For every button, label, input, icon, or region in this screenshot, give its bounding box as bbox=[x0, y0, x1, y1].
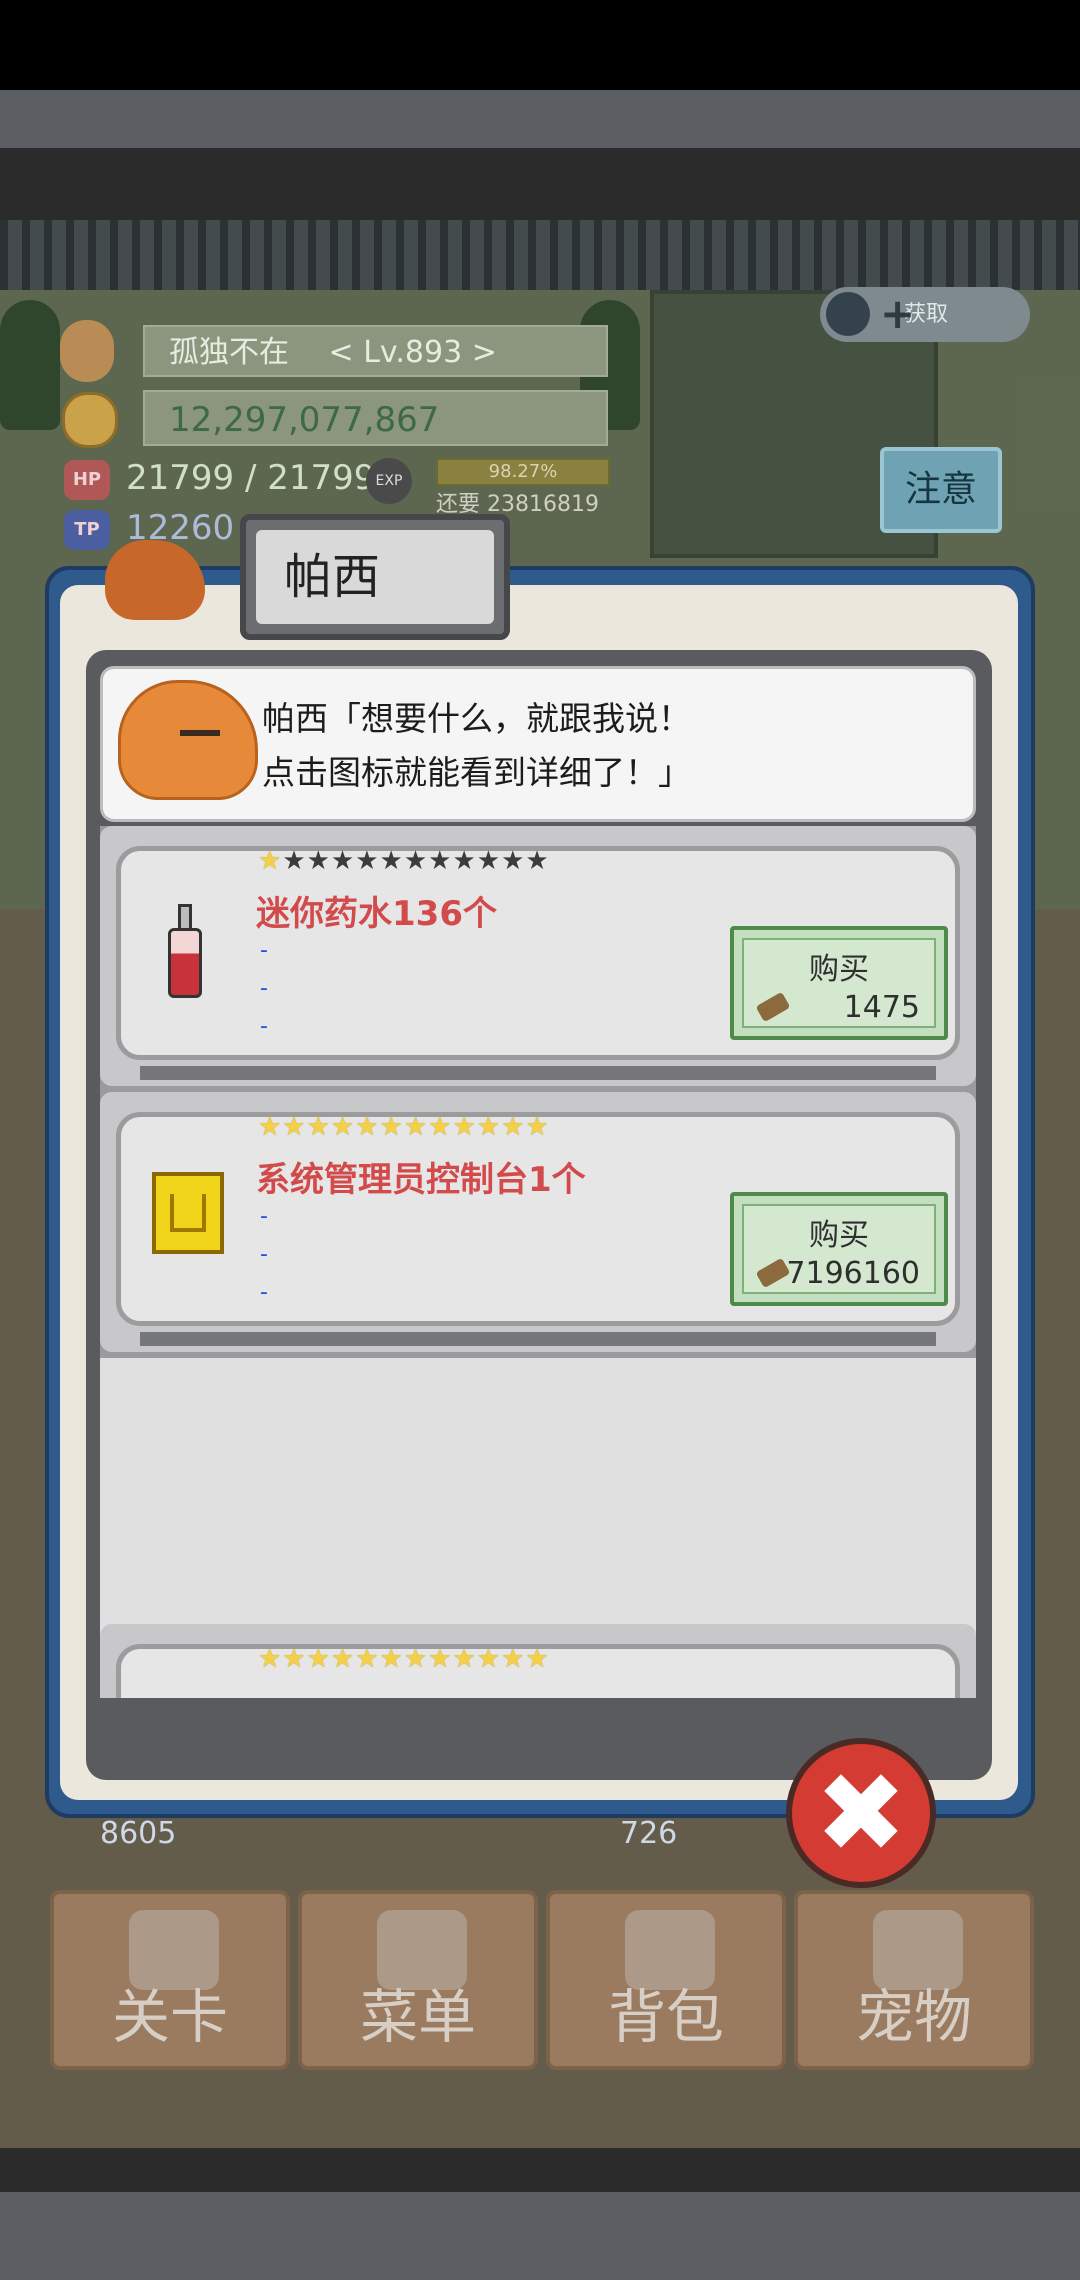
exp-icon: EXP bbox=[366, 458, 412, 504]
nav-menu-button[interactable]: 菜单 bbox=[298, 1890, 538, 2070]
status-bar bbox=[0, 0, 1080, 90]
nav-label: 菜单 bbox=[359, 1983, 476, 2051]
right-counter: 726 bbox=[620, 1816, 678, 1851]
buy-label: 购买 bbox=[809, 1218, 869, 1253]
dialog-title: 帕西 bbox=[256, 530, 494, 624]
treasure-chest-icon[interactable] bbox=[152, 1172, 224, 1254]
rarity-stars: ★★★★★★★★★★★★ bbox=[258, 1112, 550, 1142]
game-header-band bbox=[0, 148, 1080, 220]
close-icon: ✖ bbox=[814, 1749, 908, 1877]
nav-pet-button[interactable]: 宠物 bbox=[794, 1890, 1034, 2070]
shop-item-card: ★★★★★★★★★★★★ 系统管理员控制台1个 - - - 购买 7196160 bbox=[100, 1092, 976, 1352]
player-avatar bbox=[60, 320, 114, 382]
item-desc: - bbox=[260, 1242, 268, 1267]
star-icon: ★★★★★★★★★★★ bbox=[282, 846, 550, 876]
top-band bbox=[0, 90, 1080, 148]
item-desc: - bbox=[260, 976, 268, 1001]
rarity-stars: ★★★★★★★★★★★★ bbox=[258, 1644, 550, 1674]
currency-icon bbox=[755, 991, 791, 1023]
hp-icon: HP bbox=[64, 460, 110, 500]
left-counter: 8605 bbox=[100, 1816, 177, 1851]
notice-button[interactable]: 注意 bbox=[880, 447, 1002, 533]
gold-coin-icon bbox=[62, 392, 118, 448]
player-level: < Lv.893 > bbox=[328, 335, 497, 370]
item-desc: - bbox=[260, 1280, 268, 1305]
nav-stage-button[interactable]: 关卡 bbox=[50, 1890, 290, 2070]
card-divider bbox=[140, 1066, 936, 1080]
buy-price: 7196160 bbox=[786, 1256, 920, 1291]
gold-amount: 12,297,077,867 bbox=[143, 390, 608, 446]
exp-bar: 98.27% bbox=[436, 458, 610, 486]
card-divider bbox=[140, 1332, 936, 1346]
item-name: 迷你药水136个 bbox=[256, 894, 497, 934]
tp-icon: TP bbox=[64, 510, 110, 550]
shop-item-card: ★★★★★★★★★★★★ 迷你药水136个 - - - 购买 1475 bbox=[100, 826, 976, 1086]
shop-item-list[interactable]: ★★★★★★★★★★★★ 迷你药水136个 - - - 购买 1475 ★★★★… bbox=[100, 826, 976, 1698]
currency-icon bbox=[755, 1257, 791, 1289]
star-icon: ★ bbox=[258, 846, 283, 876]
nav-label: 背包 bbox=[607, 1983, 724, 2051]
buy-price: 1475 bbox=[843, 990, 920, 1025]
fox-eye bbox=[180, 730, 220, 736]
buy-button[interactable]: 购买 7196160 bbox=[730, 1192, 948, 1306]
plus-icon: + bbox=[880, 289, 916, 338]
star-icon: ★★★★★★★★★★★★ bbox=[258, 1112, 550, 1142]
buy-label: 购买 bbox=[809, 952, 869, 987]
shop-item-card: ★★★★★★★★★★★★ bbox=[100, 1624, 976, 1698]
item-name: 系统管理员控制台1个 bbox=[256, 1160, 586, 1200]
rarity-stars: ★★★★★★★★★★★★ bbox=[258, 846, 550, 876]
bottom-band bbox=[0, 2148, 1080, 2192]
navigation-bar bbox=[0, 2192, 1080, 2280]
close-button[interactable]: ✖ bbox=[786, 1738, 936, 1888]
buy-button[interactable]: 购买 1475 bbox=[730, 926, 948, 1040]
item-desc: - bbox=[260, 938, 268, 963]
star-icon: ★★★★★★★★★★★★ bbox=[258, 1644, 550, 1674]
nav-label: 关卡 bbox=[111, 1983, 228, 2051]
gem-orb-icon bbox=[826, 292, 870, 336]
nav-bag-button[interactable]: 背包 bbox=[546, 1890, 786, 2070]
speech-text: 帕西「想要什么，就跟我说！ 点击图标就能看到详细了！」 bbox=[262, 692, 962, 800]
speech-line-2: 点击图标就能看到详细了！」 bbox=[262, 753, 691, 792]
speech-line-1: 帕西「想要什么，就跟我说！ bbox=[262, 699, 691, 738]
item-desc: - bbox=[260, 1204, 268, 1229]
hp-value: 21799 / 21799 bbox=[126, 458, 376, 498]
player-name-box: 孤独不在 < Lv.893 > bbox=[143, 325, 608, 377]
player-name: 孤独不在 bbox=[169, 335, 289, 370]
potion-icon[interactable] bbox=[168, 904, 202, 1000]
item-desc: - bbox=[260, 1014, 268, 1039]
nav-label: 宠物 bbox=[855, 1983, 972, 2051]
